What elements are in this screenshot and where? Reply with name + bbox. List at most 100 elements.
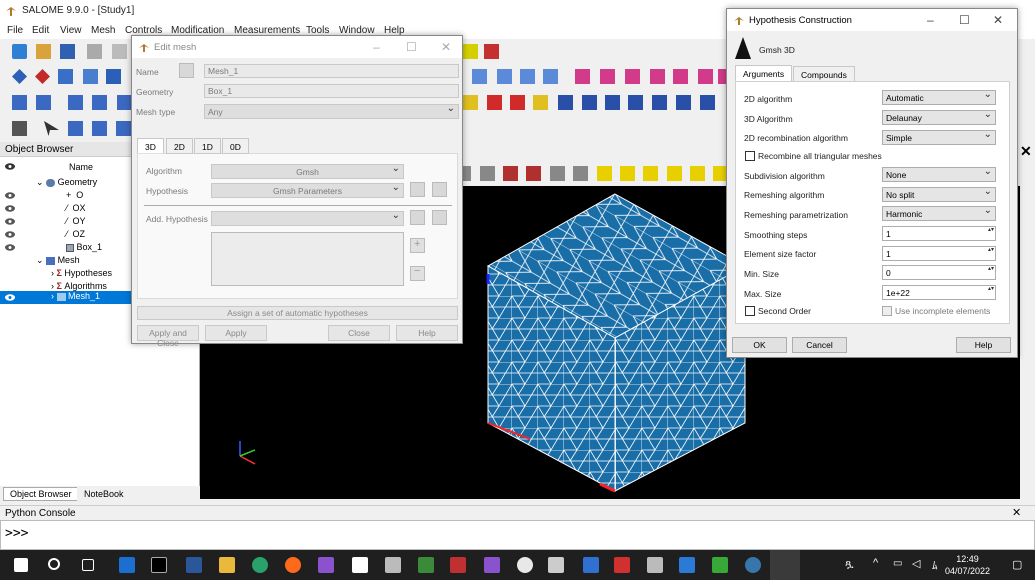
ok-button[interactable]: OK — [732, 337, 787, 353]
tree-item-ox[interactable]: ⁄ OX — [66, 203, 86, 216]
new-file-icon[interactable] — [12, 44, 27, 59]
filter-icon[interactable] — [117, 95, 132, 110]
rect-select-icon[interactable] — [68, 121, 83, 136]
tree-item-mesh[interactable]: ⌄ Mesh — [36, 255, 80, 268]
select-icon[interactable] — [36, 95, 51, 110]
element-icon[interactable] — [533, 95, 548, 110]
tree-item-mesh-1[interactable]: › Mesh_1 — [51, 291, 101, 304]
tab-arguments[interactable]: Arguments — [735, 65, 793, 82]
tab-compounds[interactable]: Compounds — [793, 66, 855, 82]
remeshing-parametrization-select[interactable]: Harmonic — [882, 206, 996, 221]
paste-icon[interactable] — [112, 44, 127, 59]
element-icon[interactable] — [487, 95, 502, 110]
recombine-checkbox[interactable] — [745, 151, 755, 161]
control-icon[interactable] — [600, 69, 615, 84]
menu-view[interactable]: View — [60, 25, 82, 36]
app-icon[interactable] — [517, 557, 533, 573]
language-icon[interactable]: ﾑ — [932, 557, 938, 573]
cancel-button[interactable]: Cancel — [792, 337, 847, 353]
remeshing-select[interactable]: No split — [882, 187, 996, 202]
edge-icon[interactable] — [252, 557, 268, 573]
view-front-icon[interactable] — [597, 166, 612, 181]
create-mesh-icon[interactable] — [12, 69, 27, 84]
network-icon[interactable]: ▭ — [893, 558, 902, 569]
geometry-field[interactable]: Box_1 — [204, 84, 459, 98]
tab-2d[interactable]: 2D — [166, 138, 193, 154]
pan-icon[interactable] — [503, 166, 518, 181]
visibility-eye-icon[interactable] — [5, 218, 15, 225]
add-hypothesis-select[interactable] — [211, 211, 404, 226]
circle-select-icon[interactable] — [116, 121, 131, 136]
windows-start-icon[interactable] — [14, 558, 28, 572]
smoothing-steps-spinbox[interactable]: 1 — [882, 226, 996, 241]
remove-icon[interactable]: − — [410, 265, 425, 281]
search-icon[interactable] — [48, 558, 60, 570]
vscode-icon[interactable] — [679, 557, 695, 573]
mesh-tool-icon[interactable] — [484, 44, 499, 59]
app-icon[interactable] — [385, 557, 401, 573]
tool-icon[interactable] — [12, 121, 27, 136]
menu-edit[interactable]: Edit — [32, 25, 49, 36]
volume-icon[interactable]: ◁ — [912, 557, 920, 570]
view-bottom-icon[interactable] — [667, 166, 682, 181]
select-object-icon[interactable] — [179, 63, 194, 78]
min-size-spinbox[interactable]: 0 — [882, 265, 996, 280]
pointer-icon[interactable] — [44, 121, 59, 136]
system-clock[interactable]: 12:49 04/07/2022 — [945, 553, 990, 577]
select-icon[interactable] — [12, 95, 27, 110]
apply-button[interactable]: Apply — [205, 325, 267, 341]
close-viewer-icon[interactable]: ✕ — [1020, 143, 1032, 160]
tab-object-browser[interactable]: Object Browser — [3, 487, 79, 501]
tree-item-oz[interactable]: ⁄ OZ — [66, 229, 85, 242]
element-icon[interactable] — [463, 95, 478, 110]
maximize-icon[interactable]: ☐ — [406, 40, 417, 54]
element-icon[interactable] — [510, 95, 525, 110]
mesh-type-select[interactable]: Any — [204, 104, 459, 119]
element-icon[interactable] — [558, 95, 573, 110]
notifications-icon[interactable]: ▢ — [1012, 558, 1022, 571]
rotation-point-icon[interactable] — [550, 166, 565, 181]
word-icon[interactable] — [186, 557, 202, 573]
tab-1d[interactable]: 1D — [194, 138, 221, 154]
tree-item-oy[interactable]: ⁄ OY — [66, 216, 86, 229]
apply-and-close-button[interactable]: Apply and Close — [137, 325, 199, 348]
mesh-tool-icon[interactable] — [463, 44, 478, 59]
control-icon[interactable] — [650, 69, 665, 84]
tab-notebook[interactable]: NoteBook — [77, 487, 131, 501]
max-size-spinbox[interactable]: 1e+22 — [882, 285, 996, 300]
filter-icon[interactable] — [92, 95, 107, 110]
control-icon[interactable] — [625, 69, 640, 84]
menu-mesh[interactable]: Mesh — [91, 25, 115, 36]
view-left-icon[interactable] — [690, 166, 705, 181]
minimize-icon[interactable]: – — [373, 40, 380, 54]
node-icon[interactable] — [472, 69, 487, 84]
app-icon[interactable] — [583, 557, 599, 573]
mesh-order-icon[interactable] — [106, 69, 121, 84]
element-icon[interactable] — [582, 95, 597, 110]
element-icon[interactable] — [628, 95, 643, 110]
menu-file[interactable]: File — [7, 25, 23, 36]
tab-0d[interactable]: 0D — [222, 138, 249, 154]
firefox-icon[interactable] — [285, 557, 301, 573]
file-explorer-icon[interactable] — [219, 557, 235, 573]
element-icon[interactable] — [605, 95, 620, 110]
tree-item-geometry[interactable]: ⌄ Geometry — [36, 177, 97, 190]
edit-hypothesis-icon[interactable] — [410, 182, 425, 197]
app-icon[interactable] — [548, 557, 564, 573]
submesh-icon[interactable] — [58, 69, 73, 84]
edit-mesh-icon[interactable] — [83, 69, 98, 84]
visibility-eye-icon[interactable] — [5, 231, 15, 238]
2d-algorithm-select[interactable]: Automatic — [882, 90, 996, 105]
visibility-eye-icon[interactable] — [5, 192, 15, 199]
volume-icon[interactable] — [543, 69, 558, 84]
visual-studio-icon[interactable] — [484, 557, 500, 573]
help-button[interactable]: Help — [956, 337, 1011, 353]
app-icon[interactable] — [352, 557, 368, 573]
visibility-eye-icon[interactable] — [5, 294, 15, 301]
assign-hypotheses-button[interactable]: Assign a set of automatic hypotheses — [137, 306, 458, 320]
face-icon[interactable] — [520, 69, 535, 84]
second-order-checkbox[interactable] — [745, 306, 755, 316]
control-icon[interactable] — [698, 69, 713, 84]
element-size-factor-spinbox[interactable]: 1 — [882, 246, 996, 261]
visual-studio-icon[interactable] — [318, 557, 334, 573]
